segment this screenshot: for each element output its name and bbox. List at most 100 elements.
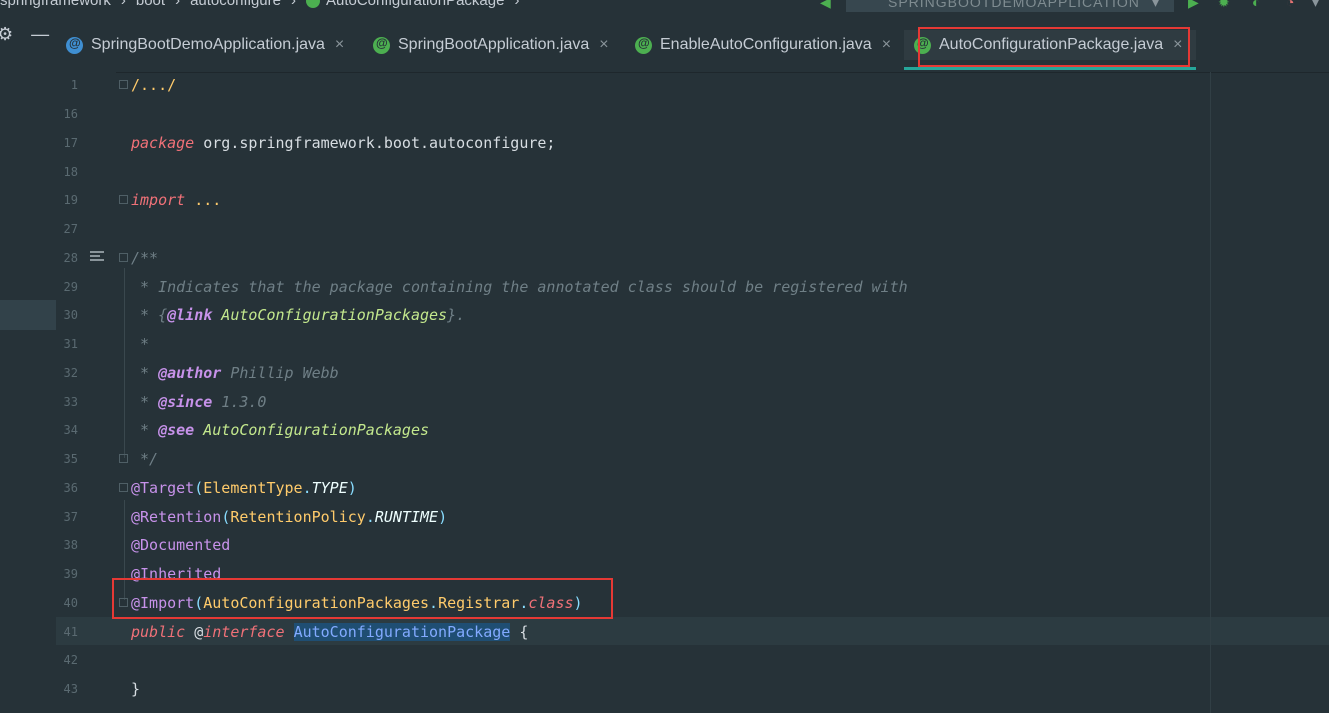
class-ref: RetentionPolicy bbox=[230, 508, 366, 526]
highlight-box-tab bbox=[918, 27, 1190, 67]
fold-marker-icon[interactable] bbox=[119, 454, 128, 463]
code-line[interactable]: public @interface AutoConfigurationPacka… bbox=[131, 623, 528, 641]
close-icon[interactable]: × bbox=[335, 36, 344, 54]
breadcrumb: springframework › boot › autoconfigure › Au… bbox=[0, 0, 523, 9]
javadoc-tag: @see bbox=[158, 421, 195, 439]
left-toolbar: ⚙ — bbox=[0, 24, 49, 45]
keyword: import bbox=[131, 191, 186, 209]
annotation-icon bbox=[373, 36, 390, 54]
code-line[interactable]: */ bbox=[131, 450, 158, 468]
comment: * bbox=[131, 421, 159, 439]
folded-header: /.../ bbox=[131, 76, 177, 94]
code-line[interactable]: import ... bbox=[131, 191, 221, 209]
code-line[interactable]: @Documented bbox=[131, 536, 230, 554]
indent-guide bbox=[124, 268, 125, 458]
brace: { bbox=[510, 623, 529, 641]
annotation: @Target bbox=[131, 479, 195, 497]
code-line[interactable]: } bbox=[131, 680, 140, 698]
package-name: org.springframework.boot.autoconfigure; bbox=[194, 134, 556, 152]
run-configuration-select[interactable]: SPRINGBOOTDEMOAPPLICATION bbox=[846, 0, 1174, 12]
line-number: 17 bbox=[63, 136, 78, 150]
code-line[interactable]: @Target(ElementType.TYPE) bbox=[131, 479, 357, 497]
annotation: @Documented bbox=[131, 536, 231, 554]
run-icon[interactable]: ▶ bbox=[1188, 0, 1199, 11]
highlight-box-import bbox=[112, 578, 613, 619]
annotation-icon bbox=[635, 36, 652, 54]
back-arrow-icon[interactable]: ◀ bbox=[820, 0, 831, 11]
line-number: 29 bbox=[63, 280, 78, 294]
close-icon[interactable]: × bbox=[882, 36, 891, 54]
comment: }. bbox=[447, 306, 466, 324]
constant: RUNTIME bbox=[374, 508, 439, 526]
comment: * { bbox=[131, 306, 168, 324]
line-number: 33 bbox=[63, 395, 78, 409]
tab-enableautoconfiguration[interactable]: EnableAutoConfiguration.java × bbox=[635, 30, 891, 60]
spring-class-icon bbox=[66, 36, 83, 54]
tab-label: SpringBootApplication.java bbox=[398, 36, 590, 53]
breadcrumb-item[interactable]: autoconfigure bbox=[190, 0, 281, 9]
code-line[interactable]: * @author Phillip Webb bbox=[131, 364, 339, 382]
code-line[interactable]: * bbox=[131, 335, 149, 353]
breadcrumb-item[interactable]: springframework bbox=[0, 0, 111, 9]
interface-name: AutoConfigurationPackage bbox=[293, 623, 511, 641]
code-line[interactable]: package org.springframework.boot.autocon… bbox=[131, 134, 555, 152]
fold-marker-icon[interactable] bbox=[119, 195, 128, 204]
debug-icon[interactable]: ✹ bbox=[1218, 0, 1230, 11]
breadcrumb-item[interactable]: AutoConfigurationPackage bbox=[326, 0, 504, 9]
line-number: 34 bbox=[63, 423, 78, 437]
keyword: public bbox=[131, 623, 186, 641]
top-navigation-bar: springframework › boot › autoconfigure › Au… bbox=[0, 0, 1329, 12]
comment: * bbox=[131, 364, 159, 382]
line-number: 35 bbox=[63, 452, 78, 466]
comment: * bbox=[131, 393, 159, 411]
dropdown-chevron-icon[interactable]: ▾ bbox=[1152, 0, 1159, 11]
more-chevron-icon[interactable]: ▾ bbox=[1312, 0, 1319, 11]
javadoc-reference: AutoConfigurationPackages bbox=[194, 421, 430, 439]
comment: */ bbox=[131, 450, 159, 468]
code-line[interactable]: * Indicates that the package containing … bbox=[131, 278, 908, 296]
line-number: 42 bbox=[63, 653, 78, 667]
javadoc-tag: @link bbox=[167, 306, 213, 324]
annotation: @Retention bbox=[131, 508, 222, 526]
gear-icon[interactable]: ⚙ bbox=[0, 24, 13, 45]
active-tab-indicator bbox=[904, 67, 1196, 70]
line-number: 27 bbox=[63, 222, 78, 236]
line-number: 1 bbox=[70, 78, 78, 92]
javadoc-tag: @author bbox=[158, 364, 222, 382]
tab-springbootapplication[interactable]: SpringBootApplication.java × bbox=[373, 30, 609, 60]
brace: } bbox=[131, 680, 141, 698]
comment: * Indicates that the package containing … bbox=[131, 278, 908, 296]
comment: /** bbox=[131, 249, 159, 267]
keyword: package bbox=[131, 134, 195, 152]
close-icon[interactable]: × bbox=[599, 36, 608, 54]
right-margin-guide bbox=[1210, 72, 1211, 713]
spring-annotation-icon bbox=[305, 0, 320, 8]
line-number: 32 bbox=[63, 366, 78, 380]
code-line[interactable]: /.../ bbox=[131, 76, 176, 94]
minimize-icon[interactable]: — bbox=[31, 24, 49, 45]
tab-springbootdemoapplication[interactable]: SpringBootDemoApplication.java × bbox=[66, 30, 344, 60]
breadcrumb-item[interactable]: boot bbox=[136, 0, 165, 9]
at-sign: @ bbox=[185, 623, 204, 641]
code-line[interactable]: @Retention(RetentionPolicy.RUNTIME) bbox=[131, 508, 447, 526]
line-number: 38 bbox=[63, 538, 78, 552]
code-line[interactable]: * @since 1.3.0 bbox=[131, 393, 266, 411]
line-number: 31 bbox=[63, 337, 78, 351]
line-number: 41 bbox=[63, 625, 78, 639]
fold-marker-icon[interactable] bbox=[119, 253, 128, 262]
fold-marker-icon[interactable] bbox=[119, 483, 128, 492]
folded-imports: ... bbox=[185, 191, 222, 209]
line-number: 18 bbox=[63, 165, 78, 179]
render-doc-icon[interactable] bbox=[90, 251, 104, 261]
code-line[interactable]: /** bbox=[131, 249, 158, 267]
coverage-icon[interactable]: ◐ bbox=[1252, 0, 1260, 10]
profiler-icon[interactable]: ◔ bbox=[1286, 0, 1294, 10]
line-number: 36 bbox=[63, 481, 78, 495]
line-number: 16 bbox=[63, 107, 78, 121]
code-line[interactable]: * {@link AutoConfigurationPackages}. bbox=[131, 306, 465, 324]
line-number: 43 bbox=[63, 682, 78, 696]
code-line[interactable]: * @see AutoConfigurationPackages bbox=[131, 421, 429, 439]
javadoc-reference: AutoConfigurationPackages bbox=[212, 306, 448, 324]
fold-marker-icon[interactable] bbox=[119, 80, 128, 89]
line-number: 30 bbox=[63, 308, 78, 322]
